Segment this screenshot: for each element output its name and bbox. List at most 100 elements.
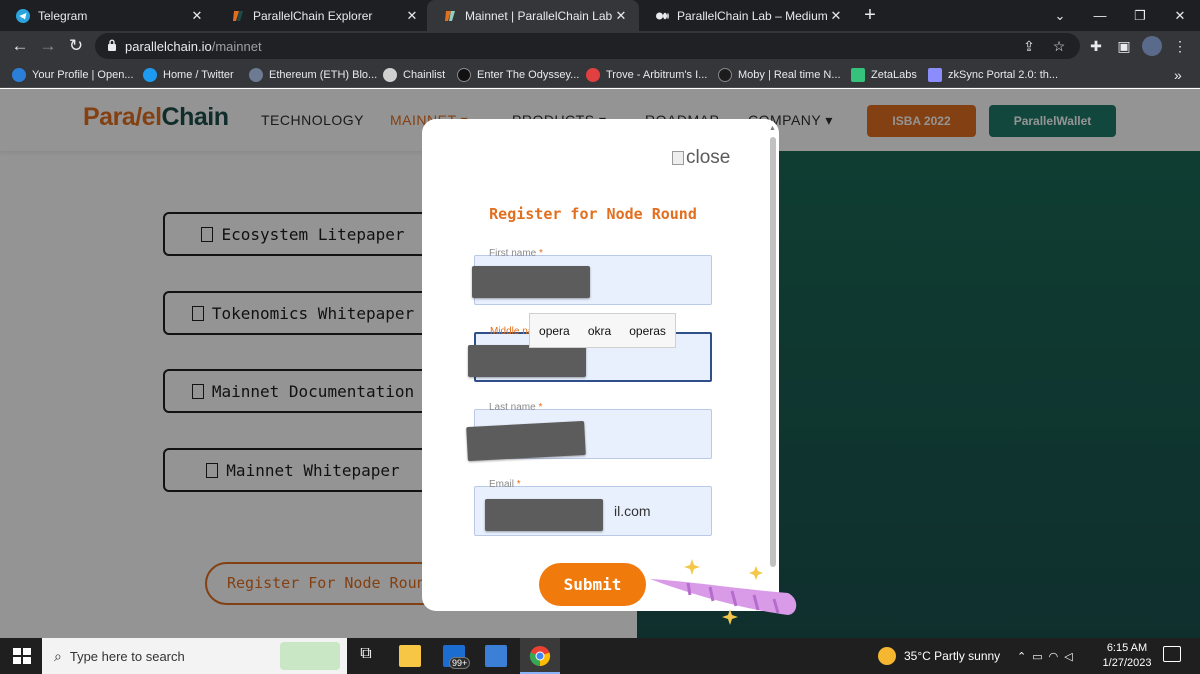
first-name-label: First name * [487,248,545,259]
task-view-icon[interactable]: ⧉ [355,645,377,667]
menu-kebab-icon[interactable]: ⋮ [1170,36,1190,56]
redaction-block [472,266,590,298]
suggestion-okra[interactable]: okra [588,324,611,338]
search-highlight-illustration [280,642,340,670]
parallelchain-icon [445,10,455,21]
search-placeholder: Type here to search [69,648,185,664]
bookmark-item[interactable]: Your Profile | Open... [12,66,134,84]
label-text: Middle na [490,326,534,337]
required-asterisk: * [539,248,543,259]
modal-scrollbar[interactable]: ▲ [769,125,777,595]
chrome-icon [529,646,551,667]
bookmarks-bar: Your Profile | Open... Home / Twitter Et… [0,61,1200,88]
weather-widget[interactable]: 35°C Partly sunny [878,638,1000,674]
bookmark-label: Ethereum (ETH) Blo... [269,69,378,81]
file-explorer-icon[interactable] [399,645,421,667]
clock-date: 1/27/2023 [1102,657,1152,669]
bookmark-item[interactable]: Ethereum (ETH) Blo... [249,66,377,84]
maximize-button[interactable]: ❐ [1120,0,1160,31]
wifi-icon[interactable]: ◠ [1049,650,1059,663]
windows-start-icon[interactable] [11,645,33,667]
medium-icon [656,12,669,19]
redaction-block [485,499,603,531]
tab-medium[interactable]: ParallelChain Lab – Medium ✕ [639,0,854,31]
last-name-field[interactable]: Last name * [466,402,712,462]
redaction-block [466,420,586,462]
required-asterisk: * [538,402,543,413]
label-text: Email [489,479,515,490]
bookmark-label: Your Profile | Open... [32,69,134,81]
unicorn-horn-decoration [650,559,797,625]
required-asterisk: * [516,479,521,490]
forward-button[interactable]: → [36,34,60,58]
system-tray: ⌃ ▭ ◠ ◁ [1017,638,1073,674]
chrome-taskbar-item[interactable] [520,638,560,674]
email-field[interactable]: Email * il.com [474,479,712,536]
first-name-field[interactable]: First name * [472,248,712,305]
new-tab-button[interactable]: + [858,3,882,27]
bookmark-item[interactable]: Chainlist [383,66,445,84]
mail-icon[interactable]: 99+ [443,645,471,669]
scroll-up-icon[interactable]: ▲ [769,125,776,132]
store-icon[interactable] [485,645,507,667]
speaker-icon[interactable]: ◁ [1064,650,1072,663]
bookmark-star-icon[interactable]: ☆ [1050,37,1068,55]
bookmark-label: Trove - Arbitrum's I... [606,69,708,81]
close-alt-text: close [686,147,731,168]
system-clock[interactable]: 6:15 AM 1/27/2023 [1100,641,1154,671]
web-page: Para/elChain TECHNOLOGY MAINNET ▾ PRODUC… [0,89,1200,638]
share-icon[interactable]: ⇪ [1020,37,1038,55]
submit-button[interactable]: Submit [539,563,646,606]
extensions-puzzle-icon[interactable]: ✚ [1086,36,1106,56]
clock-time: 6:15 AM [1106,642,1148,654]
telegram-icon [16,8,30,23]
notifications-icon[interactable] [1163,646,1181,662]
address-bar[interactable]: parallelchain.io/mainnet ⇪ ☆ [95,33,1080,59]
browser-tab-strip: Telegram ✕ ParallelChain Explorer ✕ Main… [0,0,1200,31]
side-panel-icon[interactable]: ▣ [1114,36,1134,56]
search-icon: ⌕ [54,647,62,664]
close-tab-icon[interactable]: ✕ [189,8,205,24]
chainlist-icon [383,68,397,82]
close-window-button[interactable]: ✕ [1160,0,1200,31]
tab-search-chevron-icon[interactable]: ⌄ [1040,0,1080,31]
profile-avatar[interactable] [1142,36,1162,56]
bookmark-label: Home / Twitter [163,69,234,81]
close-tab-icon[interactable]: ✕ [828,8,844,24]
email-label: Email * [487,479,523,490]
bookmark-item[interactable]: Trove - Arbitrum's I... [586,66,707,84]
bookmark-item[interactable]: Home / Twitter [143,66,234,84]
suggestion-opera[interactable]: opera [539,324,570,338]
scrollbar-thumb[interactable] [770,137,776,567]
close-button[interactable]: close [672,147,730,169]
bookmark-item[interactable]: ZetaLabs [851,66,917,84]
tab-mainnet[interactable]: Mainnet | ParallelChain Lab ✕ [427,0,639,31]
back-button[interactable]: ← [8,34,32,58]
bookmark-item[interactable]: Enter The Odyssey... [457,66,579,84]
suggestion-operas[interactable]: operas [629,324,666,338]
tab-label: ParallelChain Lab – Medium [677,8,828,23]
reload-button[interactable]: ↻ [64,34,88,58]
bookmark-item[interactable]: Moby | Real time N... [718,66,841,84]
weather-text: 35°C Partly sunny [904,649,1001,663]
zetalabs-icon [851,68,865,82]
tab-label: ParallelChain Explorer [253,8,373,23]
taskbar-search-box[interactable]: ⌕ Type here to search [42,638,347,674]
bookmark-label: Chainlist [403,69,446,81]
tab-parallelchain-explorer[interactable]: ParallelChain Explorer ✕ [215,0,430,31]
minimize-button[interactable]: — [1080,0,1120,31]
battery-icon[interactable]: ▭ [1032,650,1042,663]
bookmark-label: zkSync Portal 2.0: th... [948,69,1059,81]
tab-label: Mainnet | ParallelChain Lab [465,8,613,23]
url-host: parallelchain.io [125,39,212,54]
close-tab-icon[interactable]: ✕ [404,8,420,24]
bookmark-label: ZetaLabs [871,69,917,81]
url-path: /mainnet [211,39,262,54]
more-bookmarks-chevron-icon[interactable]: » [1174,66,1182,84]
label-text: Last name [489,402,536,413]
close-tab-icon[interactable]: ✕ [613,8,629,24]
tab-telegram[interactable]: Telegram ✕ [0,0,215,31]
bookmark-item[interactable]: zkSync Portal 2.0: th... [928,66,1058,84]
chevron-up-icon[interactable]: ⌃ [1017,650,1026,663]
label-text: First name [489,248,537,259]
